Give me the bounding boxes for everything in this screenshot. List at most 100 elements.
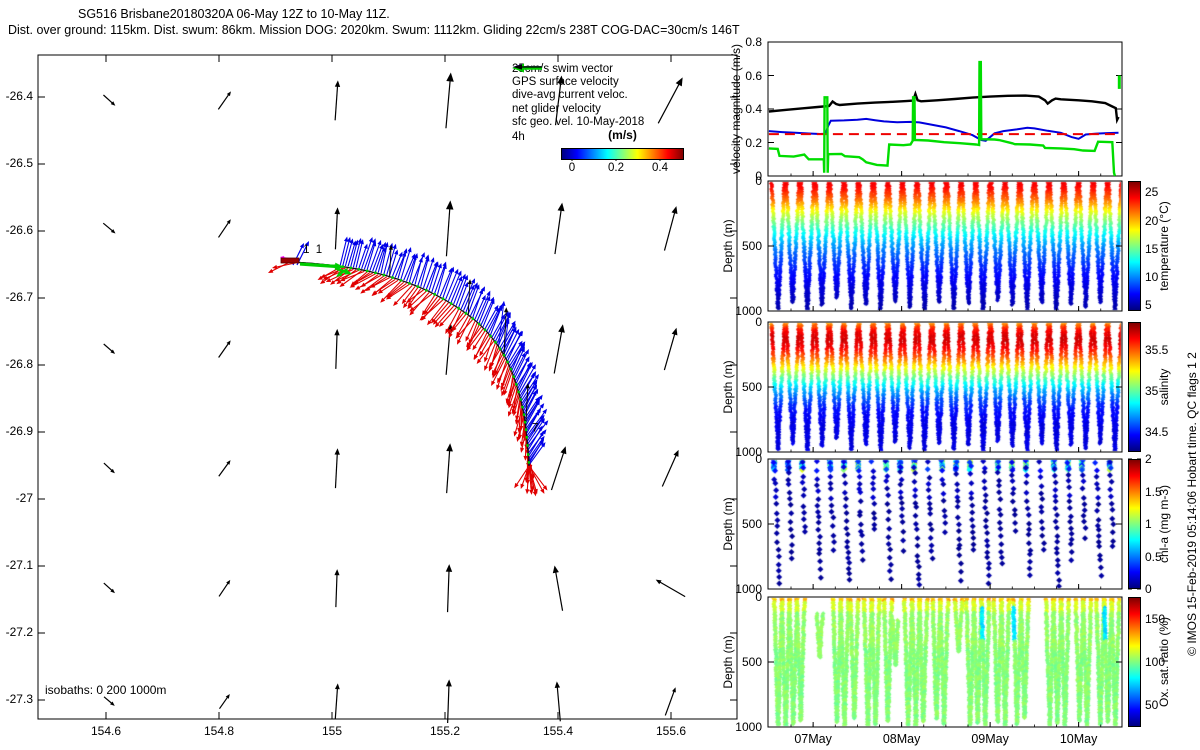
figure-title: SG516 Brisbane20180320A 06-May 12Z to 10… xyxy=(78,7,390,21)
swim-vector-arrow xyxy=(372,290,378,295)
temperature-colorbar-tick-label: 25 xyxy=(1145,185,1159,200)
velocity-series-green xyxy=(768,60,1117,176)
net-velocity-dot xyxy=(489,334,492,338)
map-x-tick-label: 155.4 xyxy=(542,724,574,738)
net-velocity-dot xyxy=(433,293,436,296)
salinity-colorbar xyxy=(1128,322,1141,452)
geo-velocity-quiver-arrow xyxy=(103,582,114,592)
geo-velocity-quiver-arrow xyxy=(554,569,564,611)
net-velocity-dot xyxy=(527,461,531,464)
temperature-colorbar-tick-label: 20 xyxy=(1145,213,1159,228)
map-x-tick-label: 155.6 xyxy=(655,724,687,738)
net-glider-velocity-arrow xyxy=(299,262,339,269)
legend-item-net-glider-velocity: net glider velocity xyxy=(512,63,644,115)
legend-item-sfc-geo-velocity: sfc geo. vel. 10-May-2018 xyxy=(512,64,644,129)
net-velocity-dot xyxy=(483,328,487,332)
geo-velocity-quiver-arrow xyxy=(103,343,114,353)
swim-vector-arrow xyxy=(484,338,493,360)
net-velocity-dot xyxy=(502,353,506,357)
geo-velocity-quiver-arrow xyxy=(446,568,450,613)
swim-vector-arrow xyxy=(529,489,534,495)
geo-velocity-quiver-arrow xyxy=(218,461,230,477)
map-colorbar-title: (m/s) xyxy=(608,128,637,142)
depth-tick-label: 0 xyxy=(755,590,762,604)
swim-vector-arrow xyxy=(503,390,508,396)
chl-colorbar-tick-label: 0 xyxy=(1145,582,1152,596)
time-tick-label: 08May xyxy=(882,732,921,746)
map-y-tick-label: -26.6 xyxy=(5,223,33,237)
geo-velocity-quiver-arrow xyxy=(445,77,451,129)
net-velocity-dot xyxy=(512,375,516,378)
legend-item-dive-avg-current: dive-avg current veloc. xyxy=(512,64,644,102)
dive-avg-current-arrow xyxy=(518,364,532,392)
swim-vector-arrow xyxy=(440,307,457,326)
map-colorbar-tick-label: 0.2 xyxy=(608,162,624,174)
chl-colorbar xyxy=(1128,459,1141,589)
geo-velocity-quiver-arrow xyxy=(664,689,676,716)
temperature-colorbar xyxy=(1128,181,1141,311)
geo-velocity-quiver-arrow xyxy=(671,327,678,336)
geo-velocity-quiver-arrow xyxy=(334,686,339,720)
geo-velocity-quiver-arrow xyxy=(103,94,114,105)
net-velocity-dot xyxy=(471,317,475,320)
dive-avg-current-arrow xyxy=(398,251,403,258)
salinity-panel-border xyxy=(767,321,1123,453)
net-velocity-dot xyxy=(509,367,513,371)
net-velocity-dot xyxy=(494,341,497,344)
dive-avg-current-arrow xyxy=(501,300,506,307)
geo-velocity-quiver-arrow xyxy=(335,332,338,369)
figure-root: 1 1 7 SG516 Brisbane20180320A 06-May 12Z … xyxy=(0,0,1200,750)
depth-tick-label: 500 xyxy=(741,239,762,253)
swim-vector-arrow xyxy=(274,262,296,268)
net-velocity-dot xyxy=(525,436,529,439)
net-velocity-dot xyxy=(477,322,481,326)
swim-vector-arrow xyxy=(512,410,517,417)
net-velocity-dot xyxy=(357,268,361,271)
geo-velocity-quiver-arrow xyxy=(334,211,339,250)
geo-velocity-quiver-arrow xyxy=(334,80,341,87)
map-colorbar-tick-label: 0 xyxy=(568,162,576,174)
dive-avg-current-arrow xyxy=(407,246,412,253)
net-velocity-dot xyxy=(521,405,524,409)
dive-avg-current-arrow xyxy=(363,243,368,250)
net-velocity-dot xyxy=(526,444,529,447)
dive-avg-current-arrow xyxy=(420,252,425,258)
net-velocity-dot xyxy=(524,428,528,431)
depth-tick-label: 1000 xyxy=(735,720,762,734)
velocity-lines xyxy=(768,60,1121,176)
geo-velocity-quiver-arrow xyxy=(671,206,678,215)
geo-velocity-quiver-arrow xyxy=(334,569,340,576)
swim-vector-arrow xyxy=(496,384,501,391)
geo-velocity-quiver-arrow xyxy=(334,207,341,215)
swim-vector-arrow xyxy=(513,431,518,437)
swim-vector-arrow xyxy=(525,489,530,495)
velocity-y-tick-label: 0.8 xyxy=(745,35,762,49)
dive-avg-current-arrow xyxy=(368,236,373,243)
oxygen-colorbar-tick-label: 150 xyxy=(1145,611,1166,626)
swim-vector-arrow xyxy=(507,411,512,417)
map-x-tick-label: 154.8 xyxy=(203,724,235,738)
swim-vector-arrow xyxy=(403,303,408,309)
geo-velocity-quiver-arrow xyxy=(445,200,454,210)
net-velocity-dot xyxy=(457,307,460,310)
map-x-tick-label: 154.6 xyxy=(90,724,122,738)
salinity-colorbar-tick-label: 35 xyxy=(1145,384,1159,399)
net-velocity-dot xyxy=(506,360,509,364)
geo-velocity-quiver-arrow xyxy=(447,683,450,723)
geo-velocity-quiver-arrow xyxy=(446,443,453,452)
oxygen-colorbar-tick-label: 100 xyxy=(1145,655,1166,669)
map-y-tick-label: -27 xyxy=(15,491,33,505)
geo-velocity-quiver-arrow xyxy=(657,81,681,124)
track-geo-velocity-arrow xyxy=(504,307,509,313)
temperature-panel-border xyxy=(767,180,1123,312)
geo-velocity-quiver-arrow xyxy=(446,72,454,82)
velocity-y-tick-label: 0.4 xyxy=(745,102,762,116)
time-tick-label: 10May xyxy=(1059,732,1098,746)
dive-avg-current-arrow xyxy=(414,259,422,285)
swim-vector-arrow xyxy=(520,447,525,453)
geo-velocity-quiver-arrow xyxy=(445,205,451,257)
net-velocity-dot xyxy=(464,312,468,315)
dive-avg-current-arrow xyxy=(392,243,397,250)
geo-velocity-quiver-arrow xyxy=(334,448,340,455)
geo-velocity-quiver-arrow xyxy=(218,221,230,238)
